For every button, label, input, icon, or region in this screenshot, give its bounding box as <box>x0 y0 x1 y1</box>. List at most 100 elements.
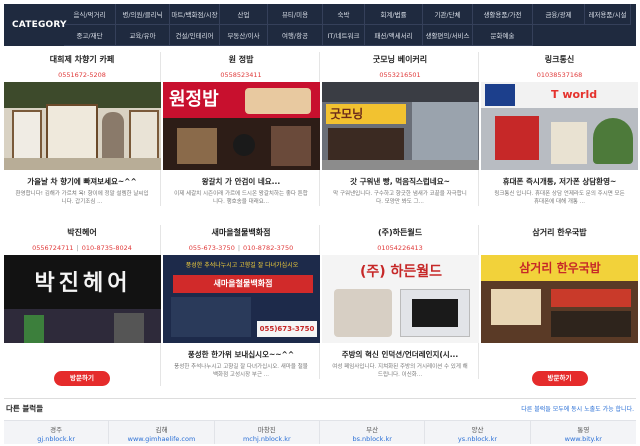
phone-number[interactable]: 0556724711 <box>32 244 73 252</box>
business-card[interactable]: 박진헤어 0556724711 | 010-8735-8024 박진헤어 방문하기 <box>4 225 161 386</box>
block-city: 김해 <box>155 426 168 434</box>
block-url[interactable]: ys.nblock.kr <box>425 435 529 443</box>
other-blocks-header: 다른 블럭들 다른 블럭들 모두에 동시 노출도 가능 합니다. <box>4 398 636 418</box>
block-url[interactable]: bs.nblock.kr <box>320 435 424 443</box>
post-excerpt: 이제 세갈치 시즌이래 가르에 드시온 왕갈치하는 좋다 튼합니다. 행호송을 … <box>174 191 308 205</box>
category-item[interactable]: 금융/광제 <box>533 4 585 25</box>
shop-sign: 박진헤어 <box>34 270 132 296</box>
block-site[interactable]: 통영 www.bity.kr <box>531 421 636 444</box>
business-name[interactable]: 굿모닝 베이커리 <box>322 52 478 68</box>
block-city: 마창진 <box>257 426 276 434</box>
category-item[interactable]: IT/네트워크 <box>323 25 365 46</box>
business-photo[interactable]: 풍성한 추석나누시고 고향길 잘 다녀가십시오 새마을철물백화점 055)673… <box>163 255 320 343</box>
business-photo[interactable]: T world <box>481 82 638 170</box>
category-item[interactable]: 마트/백화점/시장 <box>170 4 220 25</box>
category-item[interactable]: 여행/항공 <box>268 25 323 46</box>
category-item[interactable]: 뷰티/미용 <box>268 4 323 25</box>
block-url[interactable]: gj.nblock.kr <box>4 435 108 443</box>
banner-text: 풍성한 추석나누시고 고향길 잘 다녀가십시오 <box>185 262 299 269</box>
business-name[interactable]: 새마을철물백화점 <box>163 225 319 241</box>
phone-number[interactable]: 010-8782-3750 <box>243 244 293 252</box>
phone-number[interactable]: 055-673-3750 <box>189 244 235 252</box>
post-excerpt: 막 구워낸입니다. 구수하고 향긋한 냄새가 코끝을 자극합니다. 모양만 봐도… <box>333 191 467 205</box>
post-excerpt: 풍성한 추석나누시고 고향길 잘 다녀가십시오. 새마을 철물백화점 고성시장 … <box>174 364 308 378</box>
business-phone: 01038537168 <box>481 68 638 82</box>
business-photo[interactable] <box>4 82 161 170</box>
block-city: 통영 <box>577 426 590 434</box>
shop-sign: (주) 하든월드 <box>359 264 443 280</box>
category-bar: CATEGORY 음식/먹거리 병/의원/클리닉 마트/백화점/시장 산업 뷰티… <box>4 4 636 46</box>
phone-number[interactable]: 01054226413 <box>377 244 423 252</box>
business-phone <box>481 241 638 255</box>
block-city: 양산 <box>471 426 484 434</box>
business-name[interactable]: 원 정밥 <box>163 52 319 68</box>
business-phone: 01054226413 <box>322 241 478 255</box>
business-name[interactable]: 링크통신 <box>481 52 638 68</box>
category-item[interactable]: 부동산/이사 <box>220 25 268 46</box>
category-item[interactable]: 문화예술 <box>473 25 533 46</box>
block-url[interactable]: www.bity.kr <box>531 435 636 443</box>
category-item[interactable]: 중고/재단 <box>64 25 116 46</box>
business-photo[interactable]: 굿모닝 <box>322 82 479 170</box>
phone-number[interactable]: 0553216501 <box>379 71 420 79</box>
business-name[interactable]: 대희제 차향기 카페 <box>4 52 160 68</box>
business-card[interactable]: 링크통신 01038537168 T world 휴대폰 즉시개통, 저가폰 상… <box>481 52 638 206</box>
category-item[interactable]: 숙박 <box>323 4 365 25</box>
post-title[interactable]: 주방의 혁신 인덕션/언더레인지(시... <box>322 349 478 361</box>
shop-sign: 새마을철물백화점 <box>213 279 273 288</box>
post-title[interactable]: 휴대폰 즉시개통, 저가폰 상담환영~ <box>481 176 638 188</box>
category-item[interactable]: 기관/단체 <box>423 4 473 25</box>
category-item[interactable]: 병/의원/클리닉 <box>116 4 170 25</box>
business-photo[interactable]: 원정밥 <box>163 82 320 170</box>
business-name[interactable]: 삼거리 한우국밥 <box>481 225 638 241</box>
category-item[interactable]: 생활용품/가전 <box>473 4 533 25</box>
block-url[interactable]: mchj.nblock.kr <box>215 435 319 443</box>
sign-phone: 055)673-3750 <box>259 325 315 333</box>
visit-button[interactable]: 방문하기 <box>531 371 588 386</box>
phone-number[interactable]: 0558523411 <box>220 71 261 79</box>
phone-number[interactable]: 010-8735-8024 <box>82 244 132 252</box>
block-site[interactable]: 김해 www.gimhaelife.com <box>109 421 215 444</box>
visit-button[interactable]: 방문하기 <box>54 371 110 386</box>
category-item[interactable]: 패션/액세서리 <box>365 25 423 46</box>
post-title[interactable]: 갓 구워낸 빵, 먹음직스럽네요~ <box>322 176 478 188</box>
block-url[interactable]: www.gimhaelife.com <box>109 435 213 443</box>
business-photo[interactable]: 박진헤어 <box>4 255 161 343</box>
block-sites-list: 경주 gj.nblock.kr 김해 www.gimhaelife.com 마창진 m… <box>4 420 636 444</box>
phone-number[interactable]: 01038537168 <box>537 71 583 79</box>
business-card[interactable]: 삼거리 한우국밥 삼거리 한우국밥 방문하기 <box>481 225 638 386</box>
block-site[interactable]: 양산 ys.nblock.kr <box>425 421 531 444</box>
shop-sign: T world <box>551 88 598 101</box>
category-item[interactable]: 산업 <box>220 4 268 25</box>
business-name[interactable]: (주)하든월드 <box>322 225 478 241</box>
block-site[interactable]: 마창진 mchj.nblock.kr <box>215 421 320 444</box>
post-title[interactable]: 왕갈치 가 안검이 네요... <box>163 176 319 188</box>
block-city: 부산 <box>366 426 379 434</box>
category-item[interactable]: 생활편의/서비스 <box>423 25 473 46</box>
category-item[interactable]: 레저용품/시설 <box>585 4 631 25</box>
category-item[interactable]: 회계/법률 <box>365 4 423 25</box>
block-site[interactable]: 부산 bs.nblock.kr <box>320 421 426 444</box>
category-item[interactable]: 건설/인테리어 <box>170 25 220 46</box>
post-title[interactable]: 가을날 차 향기에 빠져보세요~^^ <box>4 176 160 188</box>
post-excerpt: 여성 페임사입니다. 지쳐화된 주방의 거시레이션 수 있게 해드립니다. 이신… <box>332 364 468 378</box>
category-title: CATEGORY <box>12 20 67 30</box>
category-item[interactable]: 음식/먹거리 <box>64 4 116 25</box>
business-card[interactable]: 새마을철물백화점 055-673-3750 | 010-8782-3750 풍성한 … <box>163 225 320 379</box>
post-excerpt: 링크통신 입니다. 휴대폰 상담 언제라도 문의 주시면 모든 휴대폰에 대해 … <box>494 191 625 205</box>
business-card[interactable]: 원 정밥 0558523411 원정밥 왕갈치 가 안검이 네요... 이제 세… <box>163 52 320 206</box>
business-phone: 0553216501 <box>322 68 478 82</box>
other-blocks-note[interactable]: 다른 블럭들 모두에 동시 노출도 가능 합니다. <box>521 404 634 413</box>
business-phone: 0558523411 <box>163 68 319 82</box>
business-card[interactable]: 굿모닝 베이커리 0553216501 굿모닝 갓 구워낸 빵, 먹음직스럽네요… <box>322 52 479 206</box>
business-card[interactable]: (주)하든월드 01054226413 (주) 하든월드 주방의 혁신 인덕션/… <box>322 225 479 379</box>
category-grid: 음식/먹거리 병/의원/클리닉 마트/백화점/시장 산업 뷰티/미용 숙박 회계… <box>64 4 636 46</box>
phone-number[interactable]: 0551672-5208 <box>58 71 106 79</box>
block-site[interactable]: 경주 gj.nblock.kr <box>4 421 110 444</box>
business-photo[interactable]: 삼거리 한우국밥 <box>481 255 638 343</box>
post-title[interactable]: 풍성한 한가위 보내십시오~~^^ <box>163 349 319 361</box>
business-card[interactable]: 대희제 차향기 카페 0551672-5208 가을날 차 향기에 빠져보세요~… <box>4 52 161 206</box>
category-item[interactable]: 교육/유아 <box>116 25 170 46</box>
business-photo[interactable]: (주) 하든월드 <box>322 255 479 343</box>
business-name[interactable]: 박진헤어 <box>4 225 160 241</box>
